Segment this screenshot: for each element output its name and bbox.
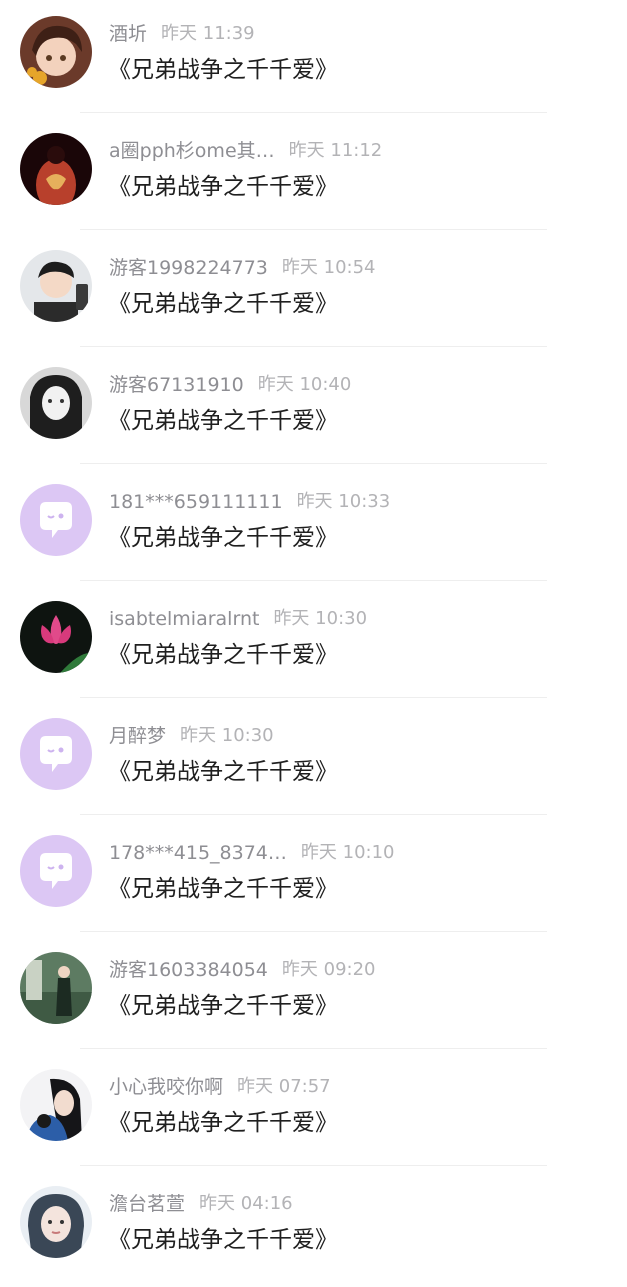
avatar-photo-icon xyxy=(20,601,92,673)
avatar-photo-icon xyxy=(20,1186,92,1258)
avatar[interactable] xyxy=(20,718,92,790)
avatar[interactable] xyxy=(20,1069,92,1141)
message-time: 昨天 10:30 xyxy=(180,725,274,746)
divider xyxy=(80,229,547,230)
avatar[interactable] xyxy=(20,133,92,205)
avatar-photo-icon xyxy=(20,133,92,205)
sender-name: 澹台茗萱 xyxy=(109,1193,186,1215)
message-list: 酒圻 昨天 11:39 《兄弟战争之千千爱》 a圈pph杉ome其… 昨天 11:1… xyxy=(0,0,627,1280)
sender-name: a圈pph杉ome其… xyxy=(109,140,275,162)
divider xyxy=(80,1165,547,1166)
list-item[interactable]: 178***415_8374… 昨天 10:10 《兄弟战争之千千爱》 xyxy=(0,819,627,936)
sender-name: 游客1998224773 xyxy=(109,257,268,279)
list-item[interactable]: 181***659111111 昨天 10:33 《兄弟战争之千千爱》 xyxy=(0,468,627,585)
avatar[interactable] xyxy=(20,16,92,88)
message-text: 《兄弟战争之千千爱》 xyxy=(108,408,338,434)
sender-name: 酒圻 xyxy=(109,23,148,45)
message-text: 《兄弟战争之千千爱》 xyxy=(108,1110,338,1136)
message-text: 《兄弟战争之千千爱》 xyxy=(108,291,338,317)
message-time: 昨天 10:33 xyxy=(296,491,391,512)
message-time: 昨天 10:30 xyxy=(273,608,368,629)
message-text: 《兄弟战争之千千爱》 xyxy=(108,525,338,551)
divider xyxy=(80,346,547,347)
divider xyxy=(80,1048,547,1049)
divider xyxy=(80,580,547,581)
message-time: 昨天 11:12 xyxy=(288,140,383,161)
list-item[interactable]: 游客67131910 昨天 10:40 《兄弟战争之千千爱》 xyxy=(0,351,627,468)
sender-name: 月醉梦 xyxy=(109,725,167,747)
default-avatar-icon xyxy=(20,835,92,907)
default-avatar-icon xyxy=(20,484,92,556)
message-time: 昨天 10:40 xyxy=(257,374,352,395)
message-text: 《兄弟战争之千千爱》 xyxy=(108,57,338,83)
message-time: 昨天 09:20 xyxy=(281,959,376,980)
list-item[interactable]: 游客1603384054 昨天 09:20 《兄弟战争之千千爱》 xyxy=(0,936,627,1053)
avatar[interactable] xyxy=(20,1186,92,1258)
list-item[interactable]: isabtelmiaralrnt 昨天 10:30 《兄弟战争之千千爱》 xyxy=(0,585,627,702)
message-time: 昨天 04:16 xyxy=(199,1193,293,1214)
default-avatar-icon xyxy=(20,718,92,790)
sender-name: 小心我咬你啊 xyxy=(109,1076,224,1098)
sender-name: isabtelmiaralrnt xyxy=(109,608,260,630)
sender-name: 游客1603384054 xyxy=(109,959,268,981)
message-text: 《兄弟战争之千千爱》 xyxy=(108,876,338,902)
message-text: 《兄弟战争之千千爱》 xyxy=(108,642,338,668)
divider xyxy=(80,814,547,815)
avatar[interactable] xyxy=(20,367,92,439)
message-text: 《兄弟战争之千千爱》 xyxy=(108,174,338,200)
divider xyxy=(80,112,547,113)
avatar-photo-icon xyxy=(20,367,92,439)
list-item[interactable]: 酒圻 昨天 11:39 《兄弟战争之千千爱》 xyxy=(0,0,627,117)
avatar-photo-icon xyxy=(20,16,92,88)
divider xyxy=(80,697,547,698)
sender-name: 181***659111111 xyxy=(109,491,283,513)
message-time: 昨天 07:57 xyxy=(237,1076,331,1097)
message-time: 昨天 11:39 xyxy=(161,23,255,44)
avatar-photo-icon xyxy=(20,1069,92,1141)
list-item[interactable]: 游客1998224773 昨天 10:54 《兄弟战争之千千爱》 xyxy=(0,234,627,351)
list-item[interactable]: 小心我咬你啊 昨天 07:57 《兄弟战争之千千爱》 xyxy=(0,1053,627,1170)
message-time: 昨天 10:54 xyxy=(281,257,376,278)
list-item[interactable]: 月醉梦 昨天 10:30 《兄弟战争之千千爱》 xyxy=(0,702,627,819)
sender-name: 游客67131910 xyxy=(109,374,244,396)
message-text: 《兄弟战争之千千爱》 xyxy=(108,1227,338,1253)
avatar[interactable] xyxy=(20,601,92,673)
avatar[interactable] xyxy=(20,952,92,1024)
message-text: 《兄弟战争之千千爱》 xyxy=(108,759,338,785)
avatar[interactable] xyxy=(20,835,92,907)
avatar-photo-icon xyxy=(20,952,92,1024)
divider xyxy=(80,463,547,464)
list-item[interactable]: a圈pph杉ome其… 昨天 11:12 《兄弟战争之千千爱》 xyxy=(0,117,627,234)
avatar[interactable] xyxy=(20,484,92,556)
sender-name: 178***415_8374… xyxy=(109,842,287,864)
avatar[interactable] xyxy=(20,250,92,322)
message-text: 《兄弟战争之千千爱》 xyxy=(108,993,338,1019)
avatar-photo-icon xyxy=(20,250,92,322)
list-item[interactable]: 澹台茗萱 昨天 04:16 《兄弟战争之千千爱》 xyxy=(0,1170,627,1287)
divider xyxy=(80,931,547,932)
message-time: 昨天 10:10 xyxy=(300,842,395,863)
